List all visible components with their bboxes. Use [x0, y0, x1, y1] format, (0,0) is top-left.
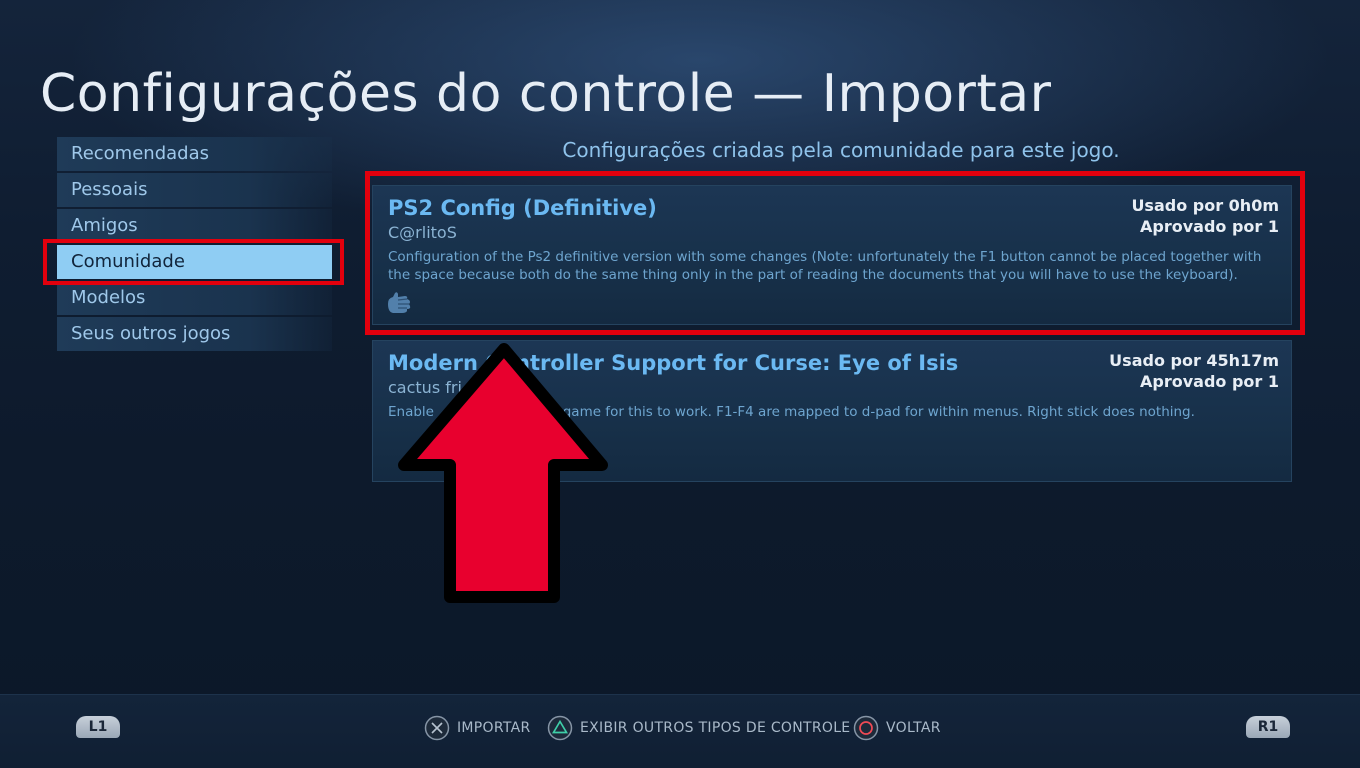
r1-bumper-button[interactable]: R1: [1246, 716, 1290, 738]
import-button[interactable]: IMPORTAR: [424, 715, 531, 741]
sidebar-item-seus-outros-jogos[interactable]: Seus outros jogos: [57, 317, 332, 351]
config-used-time: Usado por 0h0m: [1131, 196, 1279, 215]
config-card[interactable]: PS2 Config (Definitive) C@rlitoS Configu…: [372, 185, 1292, 325]
config-used-time: Usado por 45h17m: [1109, 351, 1279, 370]
back-button[interactable]: VOLTAR: [853, 715, 941, 741]
config-approved-count: Aprovado por 1: [1140, 217, 1279, 236]
sidebar-item-amigos[interactable]: Amigos: [57, 209, 332, 243]
triangle-button-icon: [547, 715, 573, 741]
show-other-types-label: EXIBIR OUTROS TIPOS DE CONTROLE: [580, 720, 851, 736]
import-label: IMPORTAR: [457, 720, 531, 736]
sidebar-item-comunidade[interactable]: Comunidade: [57, 245, 332, 279]
config-stats: Usado por 0h0m Aprovado por 1: [1131, 195, 1279, 237]
config-description: Enable game for this to work. F1-F4 are …: [388, 404, 1195, 420]
sidebar-item-modelos[interactable]: Modelos: [57, 281, 332, 315]
sidebar-item-pessoais[interactable]: Pessoais: [57, 173, 332, 207]
circle-button-icon: [853, 715, 879, 741]
back-label: VOLTAR: [886, 720, 941, 736]
config-card[interactable]: Modern Controller Support for Curse: Eye…: [372, 340, 1292, 482]
cross-button-icon: [424, 715, 450, 741]
page-title: Configurações do controle — Importar: [40, 64, 1052, 124]
show-other-controller-types-button[interactable]: EXIBIR OUTROS TIPOS DE CONTROLE: [547, 715, 850, 741]
config-stats: Usado por 45h17m Aprovado por 1: [1109, 350, 1279, 392]
hand-icon: [388, 292, 411, 313]
sidebar: Recomendadas Pessoais Amigos Comunidade …: [57, 137, 332, 353]
sidebar-item-recomendadas[interactable]: Recomendadas: [57, 137, 332, 171]
l1-bumper-button[interactable]: L1: [76, 716, 120, 738]
config-approved-count: Aprovado por 1: [1140, 372, 1279, 391]
section-subtitle: Configurações criadas pela comunidade pa…: [562, 138, 1120, 162]
footer-bar: L1 IMPORTAR EXIBIR OUTROS TIPOS DE CONTR…: [0, 694, 1360, 768]
config-description: Configuration of the Ps2 definitive vers…: [388, 249, 1262, 283]
controller-config-import-screen: Configurações do controle — Importar Rec…: [0, 0, 1360, 768]
